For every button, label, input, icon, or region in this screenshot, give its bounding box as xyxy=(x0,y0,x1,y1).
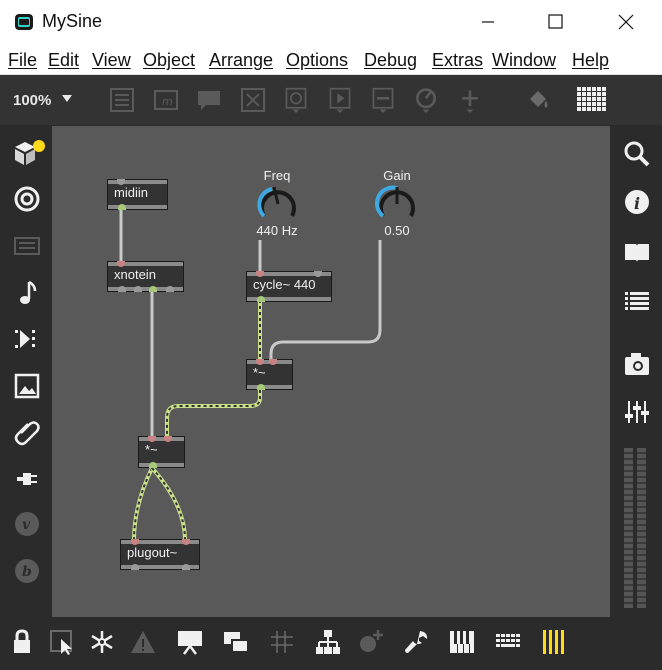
button-object-icon[interactable] xyxy=(283,87,309,113)
cycle-object[interactable]: cycle~ 440 xyxy=(246,271,332,302)
outlet[interactable] xyxy=(134,286,142,292)
level-meter-left xyxy=(624,448,633,608)
svg-text:m: m xyxy=(162,95,173,108)
menu-file[interactable]: File xyxy=(8,50,37,71)
playbar-icon[interactable] xyxy=(327,87,353,113)
inlet[interactable] xyxy=(164,436,172,442)
outlet[interactable] xyxy=(182,564,190,570)
svg-text:b: b xyxy=(22,564,32,580)
outlet[interactable] xyxy=(118,204,126,210)
midiin-label: midiin xyxy=(114,185,148,200)
mixer-sliders-icon[interactable] xyxy=(623,398,651,426)
windows-overlap-icon[interactable] xyxy=(222,628,250,656)
comment-icon[interactable] xyxy=(196,87,222,113)
bpatcher-icon[interactable]: b xyxy=(13,557,41,585)
gain-dial[interactable] xyxy=(375,184,419,224)
paint-bucket-icon[interactable] xyxy=(526,87,552,113)
menu-edit[interactable]: Edit xyxy=(48,50,79,71)
zoom-level[interactable]: 100% xyxy=(13,92,51,109)
maximize-icon[interactable] xyxy=(534,8,578,36)
menu-options[interactable]: Options xyxy=(286,50,348,71)
target-icon[interactable] xyxy=(13,185,41,213)
presentation-mode-icon[interactable] xyxy=(13,232,41,260)
inlet[interactable] xyxy=(314,271,322,277)
freeze-snowflake-icon[interactable] xyxy=(88,628,116,656)
freq-dial-value: 440 Hz xyxy=(256,223,298,238)
piano-keyboard-icon[interactable] xyxy=(448,628,476,656)
add-snippet-icon[interactable] xyxy=(356,628,384,656)
minimize-icon[interactable] xyxy=(466,8,510,36)
computer-keyboard-icon[interactable] xyxy=(494,628,522,656)
svg-text:v: v xyxy=(22,517,31,533)
svg-text:i: i xyxy=(634,194,640,213)
inlet[interactable] xyxy=(269,359,277,365)
lock-icon[interactable] xyxy=(8,628,36,656)
window-title: MySine xyxy=(42,11,103,31)
message-icon[interactable]: m xyxy=(153,87,179,113)
freq-dial[interactable] xyxy=(256,184,300,224)
menu-arrange[interactable]: Arrange xyxy=(209,50,273,71)
plug-icon[interactable] xyxy=(13,465,41,493)
outlet[interactable] xyxy=(257,296,265,302)
vizzie-icon[interactable]: v xyxy=(13,510,41,538)
outlet[interactable] xyxy=(149,286,157,292)
midiin-object[interactable]: midiin xyxy=(107,179,168,210)
book-icon[interactable] xyxy=(623,238,651,266)
multiply-signal-object-2[interactable]: *~ xyxy=(138,436,185,468)
level-meter-right xyxy=(637,448,646,608)
info-icon[interactable]: i xyxy=(623,188,651,216)
dial-icon[interactable] xyxy=(413,87,439,113)
list-icon[interactable] xyxy=(623,287,651,315)
multiply-label-1: *~ xyxy=(253,365,266,380)
menu-object[interactable]: Object xyxy=(143,50,195,71)
inlet[interactable] xyxy=(182,539,190,545)
title-bar: MySine xyxy=(0,0,662,44)
grid-icon[interactable] xyxy=(268,628,296,656)
outlet[interactable] xyxy=(149,462,157,468)
toolbar: 100% m xyxy=(0,75,662,125)
presentation-icon[interactable] xyxy=(109,87,135,113)
menu-window[interactable]: Window xyxy=(492,50,556,71)
step-forward-icon[interactable] xyxy=(13,325,41,353)
menu-extras[interactable]: Extras xyxy=(432,50,483,71)
outlet[interactable] xyxy=(166,286,174,292)
plugout-label: plugout~ xyxy=(127,545,178,560)
close-icon[interactable] xyxy=(604,8,648,36)
search-icon[interactable] xyxy=(623,140,651,168)
xnotein-object[interactable]: xnotein xyxy=(107,261,184,292)
warning-icon[interactable] xyxy=(129,628,157,656)
multiply-label-2: *~ xyxy=(145,442,158,457)
multiply-signal-object-1[interactable]: *~ xyxy=(246,359,293,390)
mixer-channels-icon[interactable] xyxy=(540,628,568,656)
outlet[interactable] xyxy=(118,286,126,292)
add-object-icon[interactable] xyxy=(457,87,483,113)
packages-icon[interactable] xyxy=(13,138,47,168)
paperclip-icon[interactable] xyxy=(13,418,41,446)
wrench-icon[interactable] xyxy=(402,628,430,656)
menu-help[interactable]: Help xyxy=(572,50,609,71)
zoom-dropdown-icon[interactable] xyxy=(62,95,72,102)
music-note-icon[interactable] xyxy=(13,279,41,307)
gain-dial-value: 0.50 xyxy=(384,223,410,238)
plugout-object[interactable]: plugout~ xyxy=(120,539,200,570)
gain-dial-label: Gain xyxy=(383,168,411,183)
select-cursor-icon[interactable] xyxy=(48,628,76,656)
max-app-icon xyxy=(15,14,33,30)
image-icon[interactable] xyxy=(13,372,41,400)
toggle-icon[interactable] xyxy=(240,87,266,113)
xnotein-label: xnotein xyxy=(114,267,156,282)
menu-debug[interactable]: Debug xyxy=(364,50,417,71)
outlet[interactable] xyxy=(257,384,265,390)
cycle-label: cycle~ 440 xyxy=(253,277,316,292)
menu-view[interactable]: View xyxy=(92,50,131,71)
presentation-screen-icon[interactable] xyxy=(176,628,204,656)
menu-bar: File Edit View Object Arrange Options De… xyxy=(0,44,662,75)
freq-dial-label: Freq xyxy=(263,168,291,183)
outlet[interactable] xyxy=(131,564,139,570)
snapshot-camera-icon[interactable] xyxy=(623,350,651,378)
grid-layout-icon[interactable] xyxy=(577,87,609,115)
slider-icon[interactable] xyxy=(370,87,396,113)
hierarchy-icon[interactable] xyxy=(314,628,342,656)
